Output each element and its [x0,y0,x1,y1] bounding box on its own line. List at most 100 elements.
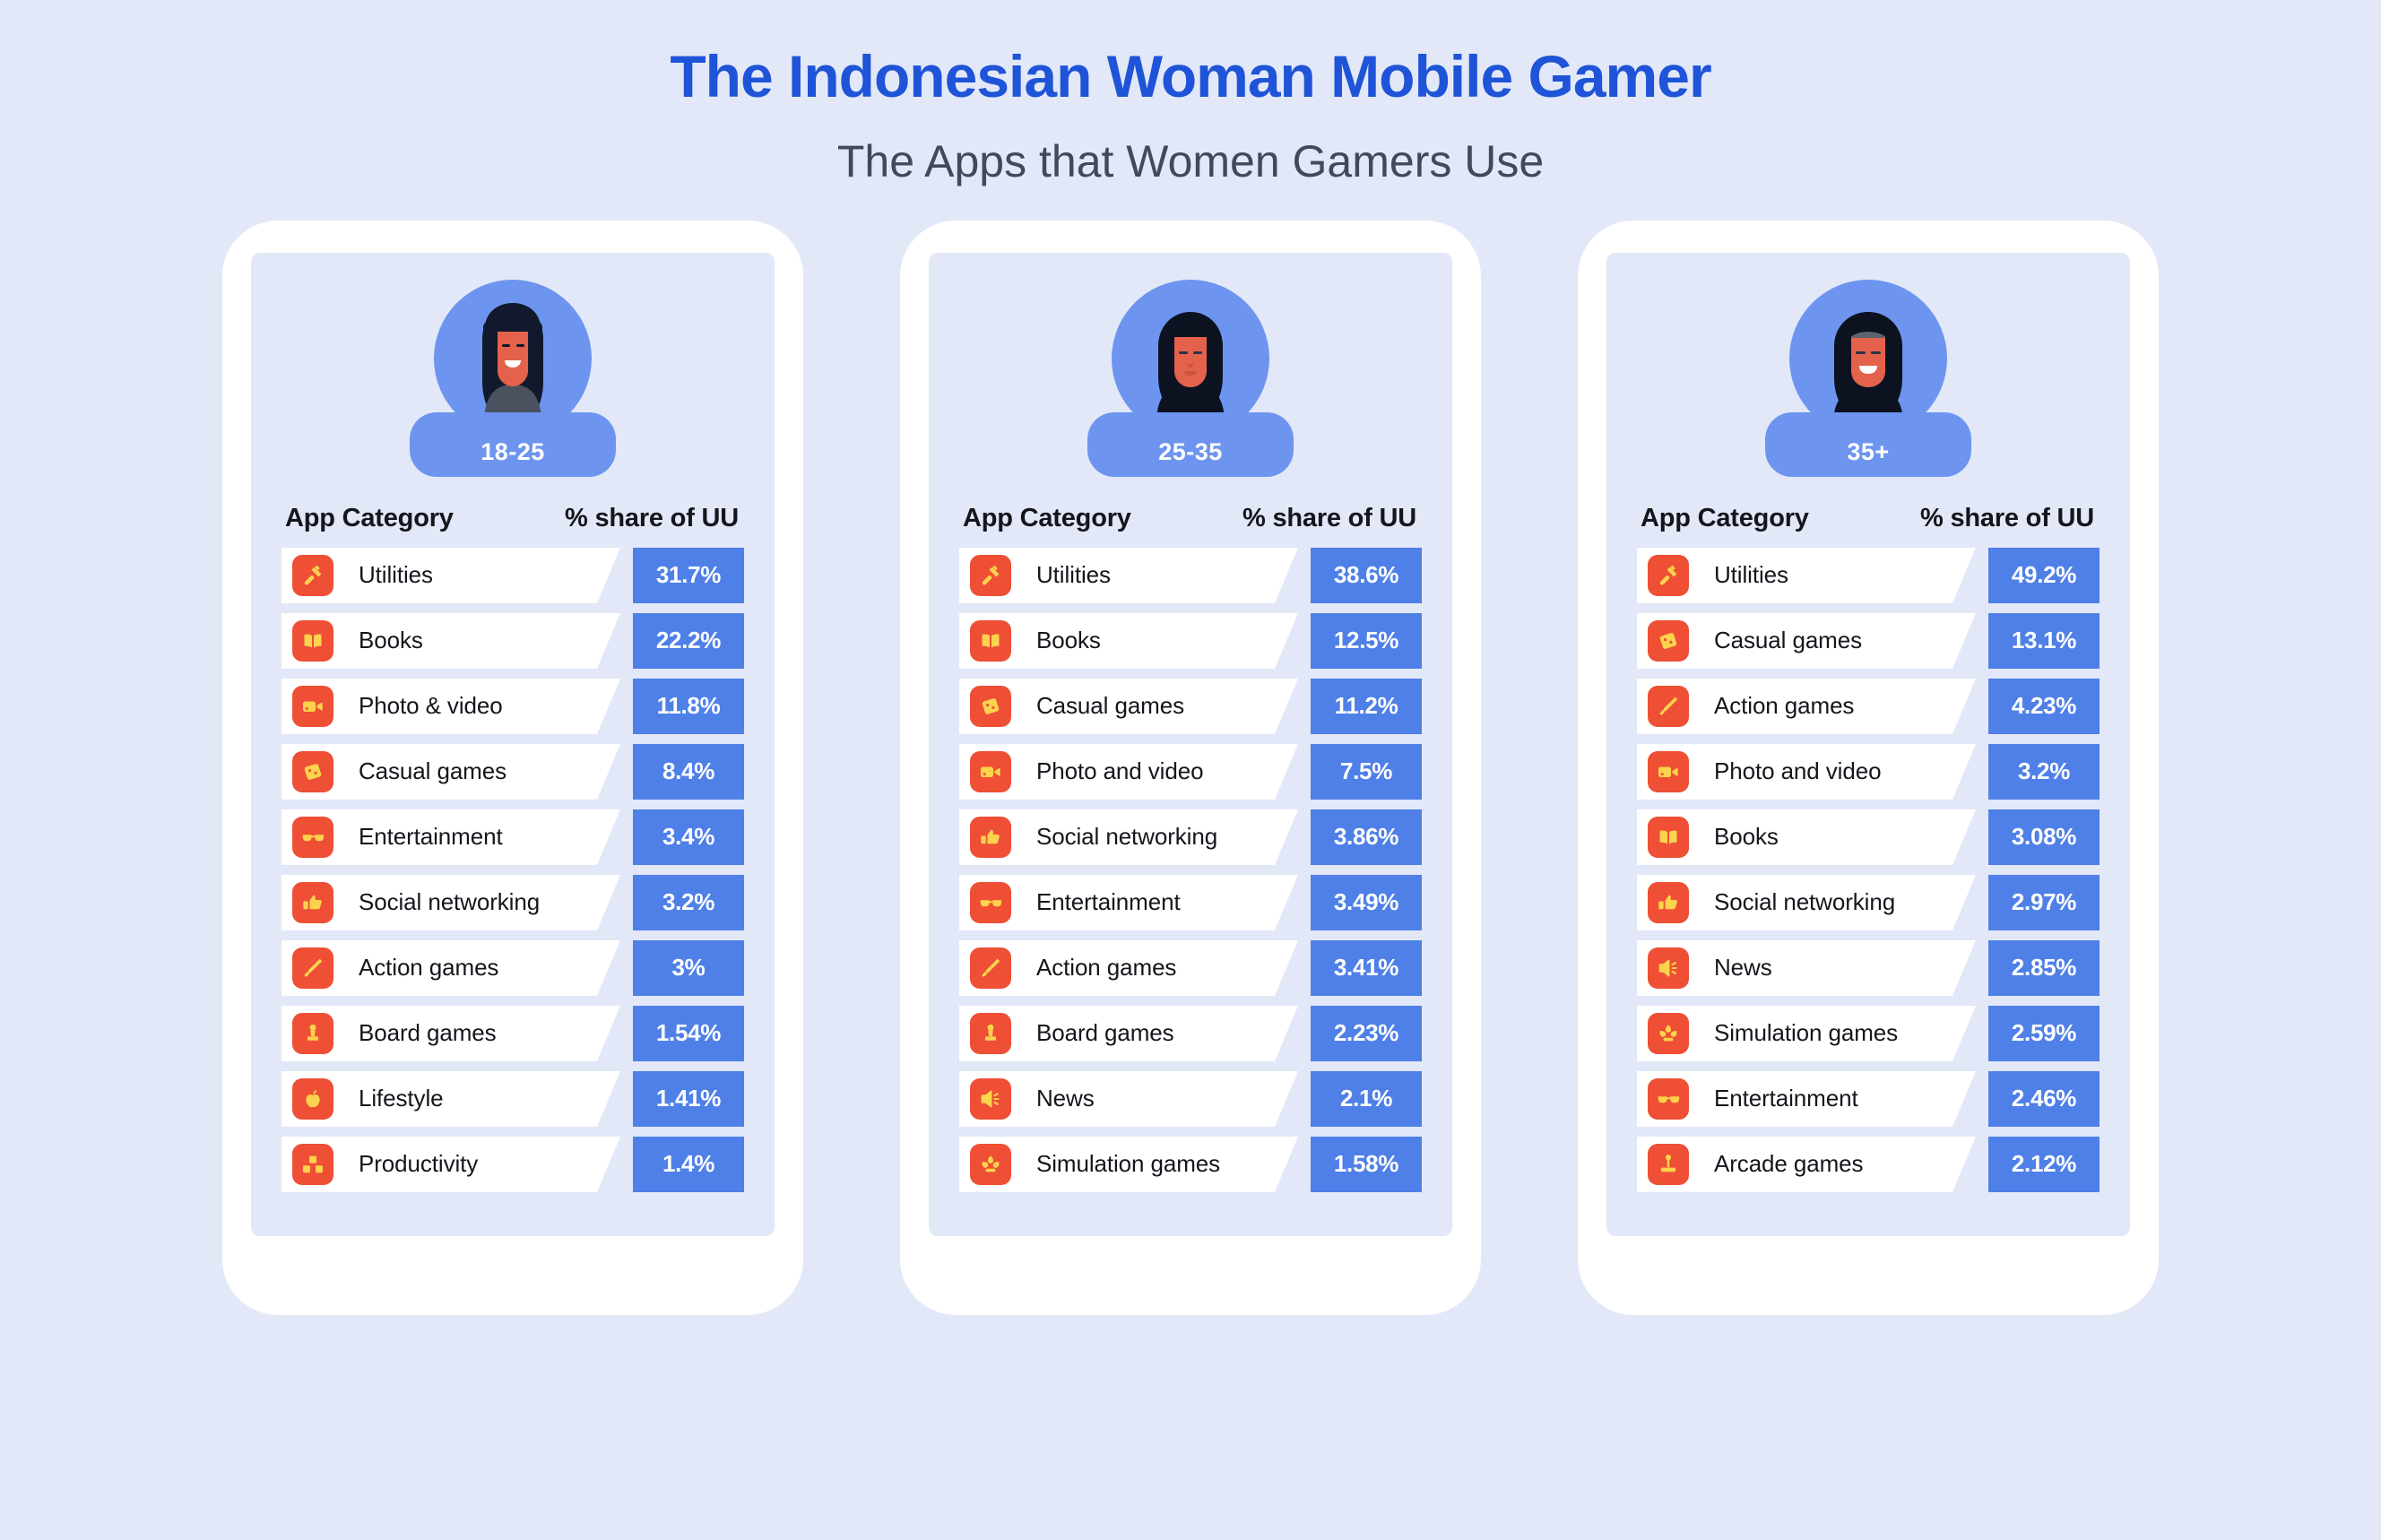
share-value: 12.5% [1311,612,1422,669]
table-row: News 2.85% [1637,939,2100,996]
category-row-label: Casual games [959,679,1298,734]
blocks-icon [292,1144,333,1185]
phone-screen: 18-25 App Category % share of UU Utilities 3… [251,252,775,1236]
sword-icon [1648,686,1689,727]
category-name: Photo and video [1714,757,1882,785]
avatar-section: 35+ [1637,279,2100,484]
hammer-icon [970,555,1011,596]
table-row: Simulation games 2.59% [1637,1005,2100,1061]
share-value: 2.59% [1988,1005,2100,1061]
category-name: Photo and video [1036,757,1204,785]
table-row: Books 12.5% [959,612,1422,669]
app-category-header: App Category [285,503,454,532]
category-row-label: Entertainment [281,809,620,865]
phone-cards-row: 18-25 App Category% share of UU Utilities 3… [0,220,2381,1315]
table-row: Entertainment 3.4% [281,809,744,865]
book-icon [292,620,333,662]
category-row-label: Arcade games [1637,1137,1976,1192]
category-rows: Utilities 38.6% Books 12.5% Casual games 11.2… [959,547,1422,1192]
category-row-label: Board games [959,1006,1298,1061]
age-group-badge: 25-35 [1087,411,1294,477]
share-value: 8.4% [633,743,744,800]
3d-glasses-icon [970,882,1011,923]
share-value: 38.6% [1311,547,1422,603]
megaphone-icon [970,1078,1011,1120]
table-row: Social networking 2.97% [1637,874,2100,930]
age-group-badge: 35+ [1765,411,1971,477]
phone-card-35+: 35+ App Category % share of UU Utilities 49.… [1578,220,2159,1315]
category-name: Productivity [359,1150,479,1178]
category-name: News [1036,1085,1095,1112]
avatar-section: 25-35 [959,279,1422,484]
category-name: Action games [1036,954,1177,982]
share-value: 11.8% [633,678,744,734]
table-row: Utilities 38.6% [959,547,1422,603]
category-name: Social networking [1714,888,1896,916]
share-value: 2.85% [1988,939,2100,996]
category-row-label: Utilities [959,548,1298,603]
table-row: Productivity 1.4% [281,1136,744,1192]
share-value: 3.4% [633,809,744,865]
table-row: Simulation games 1.58% [959,1136,1422,1192]
3d-glasses-icon [1648,1078,1689,1120]
category-row-label: News [959,1071,1298,1127]
share-value: 3.41% [1311,939,1422,996]
share-value: 3.2% [1988,743,2100,800]
category-name: Books [1714,823,1779,851]
phone-screen: 25-35 App Category % share of UU Utilities 3… [929,252,1452,1236]
joystick-icon [1648,1144,1689,1185]
share-value: 2.46% [1988,1070,2100,1127]
table-row: Utilities 31.7% [281,547,744,603]
category-rows: Utilities 31.7% Books 22.2% Photo & video 11.… [281,547,744,1192]
share-value: 1.54% [633,1005,744,1061]
category-row-label: Action games [1637,679,1976,734]
playing-card-icon [970,686,1011,727]
category-row-label: Simulation games [959,1137,1298,1192]
category-name: Utilities [1036,561,1111,589]
share-value: 3% [633,939,744,996]
table-row: Casual games 13.1% [1637,612,2100,669]
plant-icon [1648,1013,1689,1054]
share-value: 2.1% [1311,1070,1422,1127]
video-camera-icon [1648,751,1689,792]
category-name: Casual games [1714,627,1862,654]
category-name: Board games [359,1019,497,1047]
category-row-label: Simulation games [1637,1006,1976,1061]
category-name: Arcade games [1714,1150,1864,1178]
category-row-label: Photo and video [1637,744,1976,800]
category-name: News [1714,954,1772,982]
book-icon [970,620,1011,662]
column-headers: App Category % share of UU [281,504,744,533]
share-value: 7.5% [1311,743,1422,800]
category-name: Casual games [359,757,507,785]
category-name: Board games [1036,1019,1174,1047]
thumbs-up-icon [292,882,333,923]
table-row: Casual games 8.4% [281,743,744,800]
category-row-label: Utilities [1637,548,1976,603]
book-icon [1648,817,1689,858]
playing-card-icon [1648,620,1689,662]
chess-pawn-icon [292,1013,333,1054]
category-name: Utilities [1714,561,1788,589]
hammer-icon [292,555,333,596]
video-camera-icon [970,751,1011,792]
category-name: Simulation games [1714,1019,1899,1047]
column-headers: App Category % share of UU [1637,504,2100,533]
category-row-label: Books [959,613,1298,669]
table-row: Entertainment 2.46% [1637,1070,2100,1127]
table-row: Action games 3% [281,939,744,996]
share-header: % share of UU [565,503,739,532]
table-row: Social networking 3.2% [281,874,744,930]
share-value: 4.23% [1988,678,2100,734]
category-row-label: Social networking [959,809,1298,865]
category-row-label: Photo & video [281,679,620,734]
thumbs-up-icon [1648,882,1689,923]
category-name: Simulation games [1036,1150,1221,1178]
category-row-label: Productivity [281,1137,620,1192]
table-row: Board games 1.54% [281,1005,744,1061]
category-name: Photo & video [359,692,503,720]
table-row: Entertainment 3.49% [959,874,1422,930]
plant-icon [970,1144,1011,1185]
hammer-icon [1648,555,1689,596]
infographic-page: The Indonesian Woman Mobile Gamer The Ap… [0,0,2381,1540]
